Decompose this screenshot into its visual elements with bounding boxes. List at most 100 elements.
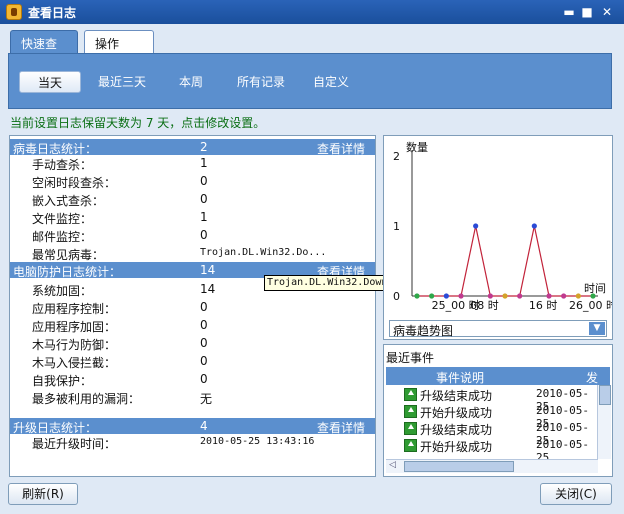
events-table-header: 事件说明 发 bbox=[386, 367, 610, 385]
most-common-virus-value[interactable]: Trojan.DL.Win32.Do... bbox=[200, 247, 326, 258]
recent-events-panel: 最近事件 事件说明 发 升级结束成功 2010-05-25 开始升级成功 2010-… bbox=[383, 344, 613, 477]
upgrade-arrow-icon bbox=[404, 405, 417, 418]
x-tick-label: 16 时 bbox=[529, 299, 558, 312]
event-text: 升级结束成功 bbox=[420, 389, 493, 403]
data-point bbox=[414, 293, 420, 299]
data-point bbox=[458, 293, 464, 299]
data-point bbox=[575, 293, 581, 299]
refresh-button[interactable]: 刷新(R) bbox=[8, 483, 78, 505]
y-tick-label: 1 bbox=[393, 220, 400, 233]
trend-line bbox=[417, 225, 593, 297]
stat-value: 0 bbox=[200, 228, 208, 242]
x-tick-label: 26_00 时 bbox=[569, 299, 612, 312]
tab-operations[interactable]: 操作 bbox=[84, 30, 154, 54]
upgrade-arrow-icon bbox=[404, 388, 417, 401]
filter-all-records[interactable]: 所有记录 bbox=[231, 71, 291, 93]
y-tick-label: 2 bbox=[393, 150, 400, 163]
data-point bbox=[487, 293, 493, 299]
upgrade-arrow-icon bbox=[404, 422, 417, 435]
stat-label: 自我保护： bbox=[32, 374, 93, 388]
recent-events-title: 最近事件 bbox=[386, 351, 435, 365]
stat-label: 应用程序加固： bbox=[32, 320, 117, 334]
stat-row: 木马入侵拦截： 0 bbox=[10, 352, 375, 370]
data-point bbox=[473, 223, 479, 229]
upgrade-log-header: 升级日志统计： 4 查看详情 bbox=[10, 418, 375, 435]
data-point bbox=[443, 293, 449, 299]
event-text: 开始升级成功 bbox=[420, 406, 493, 420]
chevron-down-icon[interactable]: ▼ bbox=[589, 322, 605, 335]
stat-row: 应用程序控制： 0 bbox=[10, 298, 375, 316]
stat-label: 嵌入式查杀： bbox=[32, 194, 105, 208]
stat-value: 0 bbox=[200, 372, 208, 386]
stat-label: 最常见病毒： bbox=[32, 248, 105, 262]
data-point bbox=[590, 293, 596, 299]
app-logo-icon bbox=[6, 4, 22, 20]
close-icon[interactable]: ✕ bbox=[600, 5, 614, 19]
column-event-description[interactable]: 事件说明 bbox=[436, 369, 484, 386]
stat-row: 文件监控： 1 bbox=[10, 208, 375, 226]
chart-type-select[interactable]: 病毒趋势图 ▼ bbox=[389, 320, 607, 338]
scrollbar-thumb[interactable] bbox=[404, 461, 514, 472]
stat-label: 文件监控： bbox=[32, 212, 93, 226]
time-filter-bar: 当天 最近三天 本周 所有记录 自定义 bbox=[8, 53, 612, 109]
stat-label: 手动查杀： bbox=[32, 158, 93, 172]
stat-label: 应用程序控制： bbox=[32, 302, 117, 316]
event-row[interactable]: 开始升级成功 2010-05-25 bbox=[386, 403, 598, 430]
scrollbar-thumb[interactable] bbox=[599, 385, 611, 405]
stat-value: 0 bbox=[200, 300, 208, 314]
title-bar: 查看日志 ▬ ■ ✕ bbox=[0, 0, 624, 24]
maximize-icon[interactable]: ■ bbox=[580, 5, 594, 19]
stat-value: 0 bbox=[200, 192, 208, 206]
filter-custom[interactable]: 自定义 bbox=[305, 71, 357, 93]
minimize-icon[interactable]: ▬ bbox=[562, 5, 576, 19]
stat-row: 最近升级时间： 2010-05-25 13:43:16 bbox=[10, 433, 375, 451]
event-text: 开始升级成功 bbox=[420, 440, 493, 454]
log-retention-notice[interactable]: 当前设置日志保留天数为 7 天，点击修改设置。 bbox=[10, 114, 265, 131]
virus-trend-chart: 数量时间01225_00 时08 时 16 时 26_00 时 bbox=[393, 141, 612, 312]
scroll-left-icon[interactable]: ◁ bbox=[389, 460, 396, 470]
chart-type-select-value: 病毒趋势图 bbox=[393, 324, 454, 338]
stat-value: 1 bbox=[200, 156, 208, 170]
stat-label: 空闲时段查杀： bbox=[32, 176, 117, 190]
protection-log-count: 14 bbox=[200, 263, 216, 277]
data-point bbox=[546, 293, 552, 299]
event-row[interactable]: 开始升级成功 2010-05-25 bbox=[386, 437, 598, 464]
stat-value: 14 bbox=[200, 282, 216, 296]
data-point bbox=[502, 293, 508, 299]
stat-row: 自我保护： 0 bbox=[10, 370, 375, 388]
stat-row: 邮件监控： 0 bbox=[10, 226, 375, 244]
virus-trend-chart-panel: 数量 时间 0 1 2 25_00 时 08 时 16 时 26_00 时 病毒趋势图 ▼ bbox=[383, 135, 613, 340]
x-tick-label: 08 时 bbox=[470, 299, 499, 312]
stat-label: 木马行为防御： bbox=[32, 338, 117, 352]
stat-row: 空闲时段查杀： 0 bbox=[10, 172, 375, 190]
event-row[interactable]: 升级结束成功 2010-05-25 bbox=[386, 386, 598, 413]
filter-today[interactable]: 当天 bbox=[19, 71, 81, 93]
column-time[interactable]: 发 bbox=[586, 369, 598, 386]
filter-last-three-days[interactable]: 最近三天 bbox=[91, 71, 153, 93]
stat-row: 最常见病毒： Trojan.DL.Win32.Do... bbox=[10, 244, 375, 262]
event-row[interactable]: 升级结束成功 2010-05-25 bbox=[386, 420, 598, 447]
stat-value: 0 bbox=[200, 336, 208, 350]
close-button[interactable]: 关闭(C) bbox=[540, 483, 612, 505]
data-point bbox=[561, 293, 567, 299]
stat-value: 0 bbox=[200, 318, 208, 332]
y-tick-label: 0 bbox=[393, 290, 400, 303]
events-horizontal-scrollbar[interactable]: ◁ bbox=[386, 459, 598, 473]
x-axis-label: 时间 bbox=[584, 282, 606, 295]
protection-log-title: 电脑防护日志统计： bbox=[13, 265, 122, 279]
window-title: 查看日志 bbox=[28, 6, 77, 20]
virus-log-header: 病毒日志统计： 2 查看详情 bbox=[10, 139, 375, 156]
stat-row: 应用程序加固： 0 bbox=[10, 316, 375, 334]
stats-panel: 病毒日志统计： 2 查看详情 手动查杀： 1 空闲时段查杀： 0 嵌入式查杀： 0 文… bbox=[9, 135, 376, 477]
stat-label: 最近升级时间： bbox=[32, 437, 117, 451]
events-vertical-scrollbar[interactable] bbox=[597, 385, 611, 459]
stat-label: 系统加固： bbox=[32, 284, 93, 298]
stat-value: 1 bbox=[200, 210, 208, 224]
data-point bbox=[531, 223, 537, 229]
filter-this-week[interactable]: 本周 bbox=[165, 71, 217, 93]
stat-label: 木马入侵拦截： bbox=[32, 356, 117, 370]
stat-label: 最多被利用的漏洞： bbox=[32, 392, 141, 406]
stat-value: 无 bbox=[200, 392, 213, 406]
tab-quick-view[interactable]: 快速查看 bbox=[10, 30, 78, 68]
stat-row: 最多被利用的漏洞： 无 bbox=[10, 388, 375, 406]
